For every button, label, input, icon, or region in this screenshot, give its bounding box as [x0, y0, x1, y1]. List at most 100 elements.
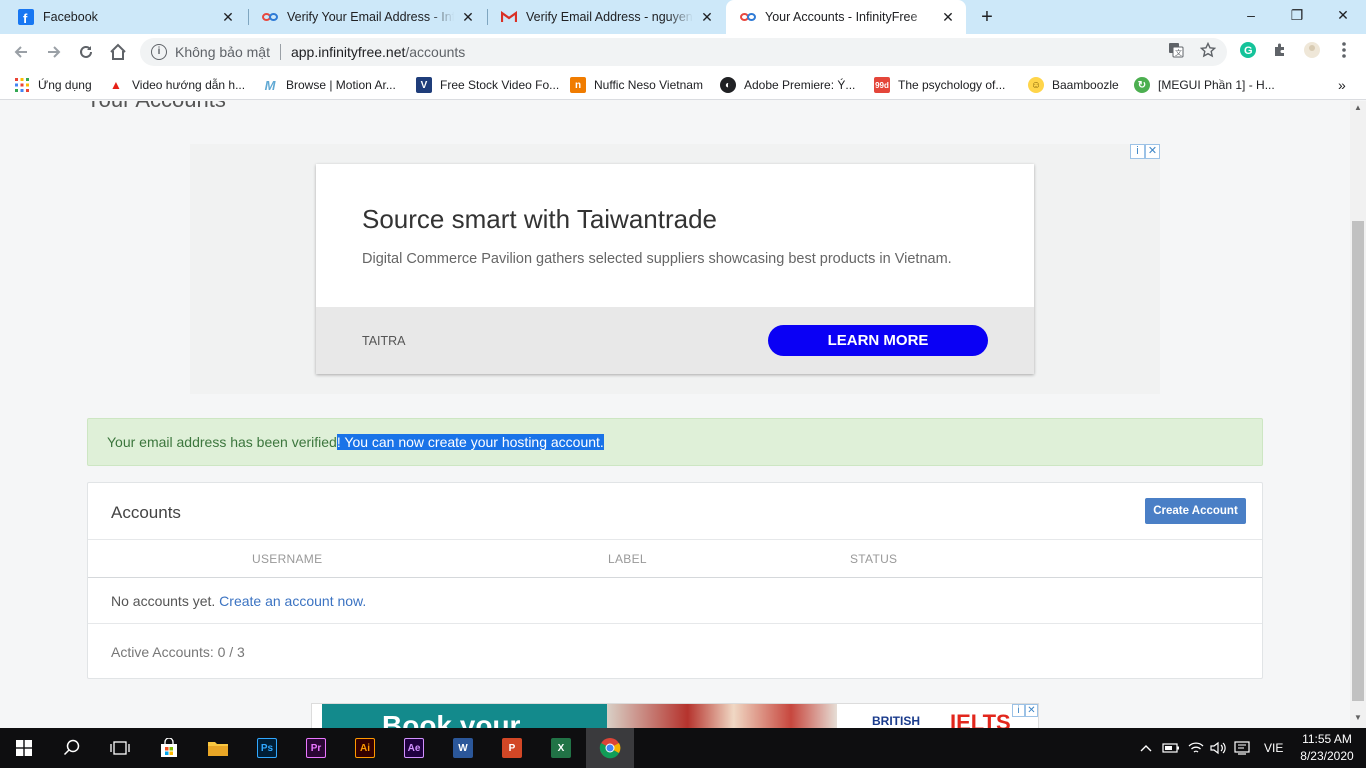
forward-button[interactable] — [42, 40, 66, 64]
close-tab-icon[interactable]: ✕ — [699, 9, 715, 26]
back-button[interactable] — [9, 40, 33, 64]
search-button[interactable] — [48, 728, 96, 768]
tab-title: Your Accounts - InfinityFree — [765, 10, 918, 24]
store-app[interactable] — [145, 728, 193, 768]
ad-choices-icon[interactable]: i — [1130, 144, 1145, 159]
nuffic-icon: n — [570, 77, 586, 93]
taskbar-app-chrome[interactable] — [586, 728, 634, 768]
ad-choices-icon[interactable]: i — [1012, 704, 1025, 717]
bookmark-apps[interactable]: Ứng dụng — [14, 76, 92, 94]
svg-text:文: 文 — [1175, 48, 1182, 57]
ad-card[interactable]: Source smart with Taiwantrade Digital Co… — [316, 164, 1034, 374]
bookmark-star-icon[interactable] — [1198, 40, 1218, 60]
url-path: /accounts — [405, 44, 466, 60]
scroll-down-arrow-icon[interactable]: ▼ — [1354, 713, 1362, 722]
close-tab-icon[interactable]: ✕ — [940, 9, 956, 26]
empty-text: No accounts yet. — [111, 593, 216, 609]
ad-close-icon[interactable]: ✕ — [1145, 144, 1160, 159]
bookmark-free-stock-video[interactable]: V Free Stock Video Fo... — [416, 76, 559, 94]
create-account-button[interactable]: Create Account — [1145, 498, 1246, 524]
wifi-icon[interactable] — [1188, 728, 1204, 768]
close-tab-icon[interactable]: ✕ — [220, 9, 236, 26]
ad-description: Digital Commerce Pavilion gathers select… — [362, 251, 952, 267]
start-button[interactable] — [0, 728, 48, 768]
minimize-button[interactable]: – — [1228, 0, 1274, 32]
security-label[interactable]: Không bảo mật — [175, 44, 270, 60]
ad-bottom-headline: Book your — [382, 710, 521, 728]
profile-avatar-icon[interactable] — [1302, 40, 1322, 60]
language-indicator[interactable]: VIE — [1264, 728, 1283, 768]
empty-accounts-row: No accounts yet. Create an account now. — [111, 593, 366, 609]
close-tab-icon[interactable]: ✕ — [460, 9, 476, 26]
scroll-up-arrow-icon[interactable]: ▲ — [1354, 103, 1362, 112]
page-scrollbar[interactable]: ▲ ▼ — [1350, 101, 1366, 728]
scroll-thumb[interactable] — [1352, 221, 1364, 701]
bookmark-psychology[interactable]: 99d The psychology of... — [874, 76, 1005, 94]
bookmark-adobe-premiere[interactable]: ◐ Adobe Premiere: Ý... — [720, 76, 855, 94]
bookmark-baamboozle[interactable]: ☺ Baamboozle — [1028, 76, 1119, 94]
clock-date: 8/23/2020 — [1300, 749, 1354, 763]
forward-arrow-icon — [48, 46, 61, 58]
back-arrow-icon — [14, 46, 27, 58]
system-clock[interactable]: 11:55 AM 8/23/2020 — [1295, 731, 1359, 765]
bookmark-megui[interactable]: ↻ [MEGUI Phần 1] - H... — [1134, 76, 1275, 94]
taskbar-app-illustrator[interactable]: Ai — [341, 728, 389, 768]
tab-bar: f Facebook ✕ Verify Your Email Address -… — [0, 0, 1366, 34]
tab-your-accounts[interactable]: Your Accounts - InfinityFree ✕ — [726, 0, 966, 34]
url-host: app.infinityfree.net — [290, 44, 406, 60]
info-icon[interactable]: i — [151, 44, 167, 60]
reload-button[interactable] — [74, 40, 98, 64]
99designs-icon: 99d — [874, 77, 890, 93]
task-view-button[interactable] — [96, 728, 144, 768]
ad-headline[interactable]: Source smart with Taiwantrade — [362, 204, 717, 235]
tab-title: Facebook — [43, 10, 98, 24]
grammarly-icon[interactable]: G — [1238, 40, 1258, 60]
taskbar-app-excel[interactable]: X — [537, 728, 585, 768]
page-title: Your Accounts — [86, 101, 226, 113]
input-method-icon[interactable] — [1234, 728, 1250, 768]
baamboozle-icon: ☺ — [1028, 77, 1044, 93]
tab-gmail-verify[interactable]: Verify Email Address - nguyennhu ✕ — [487, 0, 725, 34]
ad-banner-bottom[interactable]: Book your BRITISH IELTS i ✕ — [311, 703, 1039, 728]
globe-icon: ◐ — [720, 77, 736, 93]
bookmarks-overflow-button[interactable]: » — [1338, 76, 1346, 94]
bookmark-video-huong-dan[interactable]: ▲ Video hướng dẫn h... — [108, 76, 245, 94]
tab-verify-email-infinityfree[interactable]: Verify Your Email Address - InfinityFree… — [248, 0, 486, 34]
close-window-button[interactable]: ✕ — [1320, 0, 1366, 32]
address-bar[interactable]: i Không bảo mật app.infinityfree.net/acc… — [140, 38, 1227, 66]
bookmark-nuffic-neso[interactable]: n Nuffic Neso Vietnam — [570, 76, 703, 94]
show-hidden-icons[interactable] — [1140, 728, 1152, 768]
learn-more-button[interactable]: LEARN MORE — [768, 325, 988, 356]
taskbar-app-premiere[interactable]: Pr — [292, 728, 340, 768]
bookmark-label: Video hướng dẫn h... — [132, 78, 246, 92]
menu-kebab-icon[interactable] — [1334, 40, 1354, 60]
taskbar-app-powerpoint[interactable]: P — [488, 728, 536, 768]
gmail-icon — [501, 9, 517, 25]
bookmark-motion-array[interactable]: M Browse | Motion Ar... — [262, 76, 396, 94]
verification-success-alert: Your email address has been verified! Yo… — [87, 418, 1263, 466]
create-account-link[interactable]: Create an account now. — [219, 593, 366, 609]
taskbar-app-after-effects[interactable]: Ae — [390, 728, 438, 768]
megui-icon: ↻ — [1134, 77, 1150, 93]
file-explorer-app[interactable] — [194, 728, 242, 768]
new-tab-button[interactable]: + — [976, 6, 998, 28]
after-effects-icon: Ae — [404, 738, 424, 758]
maximize-button[interactable]: ❐ — [1274, 0, 1320, 32]
home-button[interactable] — [106, 40, 130, 64]
home-icon — [110, 43, 126, 60]
translate-icon[interactable]: 文 — [1166, 40, 1186, 60]
taskbar-app-photoshop[interactable]: Ps — [243, 728, 291, 768]
battery-icon[interactable] — [1162, 728, 1180, 768]
ad-banner-top: i ✕ Source smart with Taiwantrade Digita… — [190, 144, 1160, 394]
taskbar-app-word[interactable]: W — [439, 728, 487, 768]
tab-facebook[interactable]: f Facebook ✕ — [4, 0, 246, 34]
browser-toolbar: i Không bảo mật app.infinityfree.net/acc… — [0, 34, 1366, 70]
infinityfree-icon — [740, 9, 756, 25]
windows-taskbar: Ps Pr Ai Ae W P X VIE 11:55 AM 8/23/2020 — [0, 728, 1366, 768]
ad-close-icon[interactable]: ✕ — [1025, 704, 1038, 717]
extensions-puzzle-icon[interactable] — [1270, 40, 1290, 60]
search-icon — [63, 739, 80, 756]
column-header-status: STATUS — [850, 552, 898, 566]
bookmark-label: Nuffic Neso Vietnam — [594, 78, 703, 92]
volume-icon[interactable] — [1210, 728, 1226, 768]
